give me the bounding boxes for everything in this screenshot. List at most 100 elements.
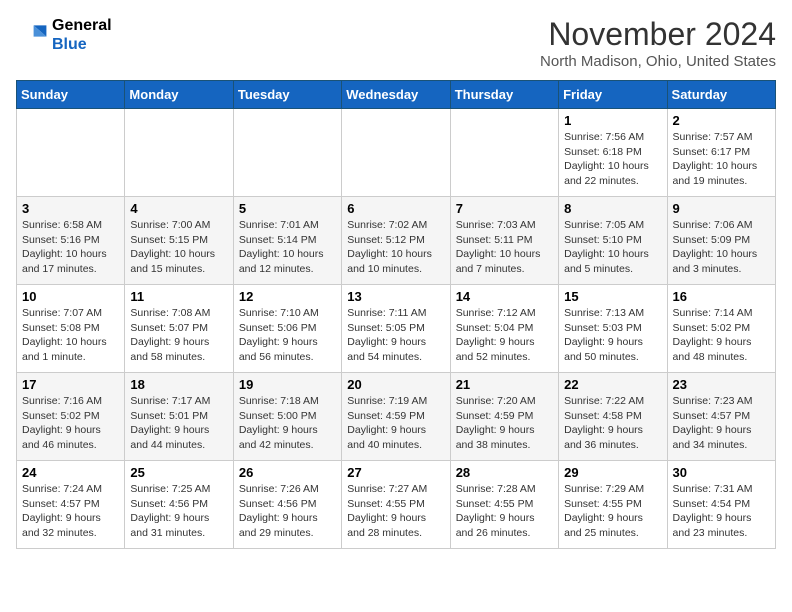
day-info: Sunrise: 7:05 AM Sunset: 5:10 PM Dayligh… bbox=[564, 218, 661, 277]
calendar-cell: 23Sunrise: 7:23 AM Sunset: 4:57 PM Dayli… bbox=[667, 373, 775, 461]
day-info: Sunrise: 7:24 AM Sunset: 4:57 PM Dayligh… bbox=[22, 482, 119, 541]
day-info: Sunrise: 7:27 AM Sunset: 4:55 PM Dayligh… bbox=[347, 482, 444, 541]
calendar-cell: 2 Sunrise: 7:57 AM Sunset: 6:17 PM Daylig… bbox=[667, 109, 775, 197]
calendar-cell: 18 Sunrise: 7:17 AM Sunset: 5:01 PM Dayli… bbox=[125, 373, 233, 461]
calendar-cell bbox=[342, 109, 450, 197]
day-number: 4 bbox=[130, 201, 227, 216]
day-info: Sunrise: 7:22 AM Sunset: 4:58 PM Dayligh… bbox=[564, 394, 661, 453]
day-number: 13 bbox=[347, 289, 444, 304]
calendar-cell: 9 Sunrise: 7:06 AM Sunset: 5:09 PM Daylig… bbox=[667, 197, 775, 285]
weekday-header-monday: Monday bbox=[125, 81, 233, 109]
weekday-header-friday: Friday bbox=[559, 81, 667, 109]
calendar-cell: 16 Sunrise: 7:14 AM Sunset: 5:02 PM Dayli… bbox=[667, 285, 775, 373]
day-number: 11 bbox=[130, 289, 227, 304]
day-info: Sunrise: 7:10 AM Sunset: 5:06 PM Dayligh… bbox=[239, 306, 336, 365]
calendar-cell: 15 Sunrise: 7:13 AM Sunset: 5:03 PM Dayli… bbox=[559, 285, 667, 373]
calendar-week-2: 3Sunrise: 6:58 AM Sunset: 5:16 PM Daylig… bbox=[17, 197, 776, 285]
day-number: 27 bbox=[347, 465, 444, 480]
calendar-cell: 3Sunrise: 6:58 AM Sunset: 5:16 PM Daylig… bbox=[17, 197, 125, 285]
day-number: 16 bbox=[673, 289, 770, 304]
day-info: Sunrise: 7:31 AM Sunset: 4:54 PM Dayligh… bbox=[673, 482, 770, 541]
day-info: Sunrise: 7:12 AM Sunset: 5:04 PM Dayligh… bbox=[456, 306, 553, 365]
calendar-week-5: 24 Sunrise: 7:24 AM Sunset: 4:57 PM Dayli… bbox=[17, 461, 776, 549]
calendar-cell: 29 Sunrise: 7:29 AM Sunset: 4:55 PM Dayli… bbox=[559, 461, 667, 549]
calendar-cell: 11 Sunrise: 7:08 AM Sunset: 5:07 PM Dayli… bbox=[125, 285, 233, 373]
calendar-cell bbox=[125, 109, 233, 197]
day-number: 1 bbox=[564, 113, 661, 128]
calendar-cell: 12 Sunrise: 7:10 AM Sunset: 5:06 PM Dayli… bbox=[233, 285, 341, 373]
day-info: Sunrise: 7:00 AM Sunset: 5:15 PM Dayligh… bbox=[130, 218, 227, 277]
day-number: 21 bbox=[456, 377, 553, 392]
day-number: 10 bbox=[22, 289, 119, 304]
calendar-cell: 20Sunrise: 7:19 AM Sunset: 4:59 PM Dayli… bbox=[342, 373, 450, 461]
day-info: Sunrise: 7:06 AM Sunset: 5:09 PM Dayligh… bbox=[673, 218, 770, 277]
day-info: Sunrise: 7:57 AM Sunset: 6:17 PM Dayligh… bbox=[673, 130, 770, 189]
day-info: Sunrise: 7:01 AM Sunset: 5:14 PM Dayligh… bbox=[239, 218, 336, 277]
page-header: General Blue November 2024 North Madison… bbox=[16, 16, 776, 70]
calendar-cell: 19Sunrise: 7:18 AM Sunset: 5:00 PM Dayli… bbox=[233, 373, 341, 461]
calendar-table: SundayMondayTuesdayWednesdayThursdayFrid… bbox=[16, 80, 776, 549]
day-number: 5 bbox=[239, 201, 336, 216]
calendar-cell: 22 Sunrise: 7:22 AM Sunset: 4:58 PM Dayli… bbox=[559, 373, 667, 461]
day-number: 26 bbox=[239, 465, 336, 480]
weekday-header-tuesday: Tuesday bbox=[233, 81, 341, 109]
calendar-cell: 1 Sunrise: 7:56 AM Sunset: 6:18 PM Daylig… bbox=[559, 109, 667, 197]
logo-icon bbox=[16, 19, 48, 51]
calendar-cell: 30 Sunrise: 7:31 AM Sunset: 4:54 PM Dayli… bbox=[667, 461, 775, 549]
day-number: 25 bbox=[130, 465, 227, 480]
calendar-header: SundayMondayTuesdayWednesdayThursdayFrid… bbox=[17, 81, 776, 109]
month-title: November 2024 bbox=[540, 16, 776, 53]
logo: General Blue bbox=[16, 16, 112, 54]
logo-text: General Blue bbox=[52, 16, 112, 54]
day-info: Sunrise: 7:56 AM Sunset: 6:18 PM Dayligh… bbox=[564, 130, 661, 189]
day-number: 2 bbox=[673, 113, 770, 128]
calendar-cell: 8 Sunrise: 7:05 AM Sunset: 5:10 PM Daylig… bbox=[559, 197, 667, 285]
day-number: 6 bbox=[347, 201, 444, 216]
day-info: Sunrise: 7:17 AM Sunset: 5:01 PM Dayligh… bbox=[130, 394, 227, 453]
calendar-week-3: 10 Sunrise: 7:07 AM Sunset: 5:08 PM Dayli… bbox=[17, 285, 776, 373]
day-number: 19 bbox=[239, 377, 336, 392]
day-info: Sunrise: 7:14 AM Sunset: 5:02 PM Dayligh… bbox=[673, 306, 770, 365]
calendar-cell: 14Sunrise: 7:12 AM Sunset: 5:04 PM Dayli… bbox=[450, 285, 558, 373]
day-number: 12 bbox=[239, 289, 336, 304]
day-number: 9 bbox=[673, 201, 770, 216]
calendar-cell: 4 Sunrise: 7:00 AM Sunset: 5:15 PM Daylig… bbox=[125, 197, 233, 285]
day-number: 22 bbox=[564, 377, 661, 392]
calendar-week-1: 1 Sunrise: 7:56 AM Sunset: 6:18 PM Daylig… bbox=[17, 109, 776, 197]
location-subtitle: North Madison, Ohio, United States bbox=[540, 53, 776, 70]
calendar-cell: 25 Sunrise: 7:25 AM Sunset: 4:56 PM Dayli… bbox=[125, 461, 233, 549]
day-number: 24 bbox=[22, 465, 119, 480]
calendar-cell: 21Sunrise: 7:20 AM Sunset: 4:59 PM Dayli… bbox=[450, 373, 558, 461]
day-number: 23 bbox=[673, 377, 770, 392]
day-info: Sunrise: 7:25 AM Sunset: 4:56 PM Dayligh… bbox=[130, 482, 227, 541]
calendar-cell: 5 Sunrise: 7:01 AM Sunset: 5:14 PM Daylig… bbox=[233, 197, 341, 285]
day-info: Sunrise: 7:08 AM Sunset: 5:07 PM Dayligh… bbox=[130, 306, 227, 365]
day-info: Sunrise: 7:26 AM Sunset: 4:56 PM Dayligh… bbox=[239, 482, 336, 541]
calendar-cell bbox=[450, 109, 558, 197]
weekday-header-wednesday: Wednesday bbox=[342, 81, 450, 109]
day-number: 30 bbox=[673, 465, 770, 480]
day-number: 3 bbox=[22, 201, 119, 216]
day-number: 29 bbox=[564, 465, 661, 480]
calendar-cell: 26 Sunrise: 7:26 AM Sunset: 4:56 PM Dayli… bbox=[233, 461, 341, 549]
day-info: Sunrise: 7:19 AM Sunset: 4:59 PM Dayligh… bbox=[347, 394, 444, 453]
day-info: Sunrise: 7:02 AM Sunset: 5:12 PM Dayligh… bbox=[347, 218, 444, 277]
weekday-header-saturday: Saturday bbox=[667, 81, 775, 109]
day-info: Sunrise: 7:07 AM Sunset: 5:08 PM Dayligh… bbox=[22, 306, 119, 365]
day-number: 15 bbox=[564, 289, 661, 304]
day-info: Sunrise: 7:29 AM Sunset: 4:55 PM Dayligh… bbox=[564, 482, 661, 541]
calendar-cell bbox=[17, 109, 125, 197]
calendar-cell: 13Sunrise: 7:11 AM Sunset: 5:05 PM Dayli… bbox=[342, 285, 450, 373]
day-info: Sunrise: 7:13 AM Sunset: 5:03 PM Dayligh… bbox=[564, 306, 661, 365]
calendar-cell: 7 Sunrise: 7:03 AM Sunset: 5:11 PM Daylig… bbox=[450, 197, 558, 285]
day-number: 8 bbox=[564, 201, 661, 216]
calendar-cell: 6 Sunrise: 7:02 AM Sunset: 5:12 PM Daylig… bbox=[342, 197, 450, 285]
weekday-header-thursday: Thursday bbox=[450, 81, 558, 109]
day-number: 18 bbox=[130, 377, 227, 392]
day-number: 7 bbox=[456, 201, 553, 216]
day-number: 28 bbox=[456, 465, 553, 480]
calendar-cell bbox=[233, 109, 341, 197]
weekday-header-sunday: Sunday bbox=[17, 81, 125, 109]
calendar-cell: 28Sunrise: 7:28 AM Sunset: 4:55 PM Dayli… bbox=[450, 461, 558, 549]
day-info: Sunrise: 7:03 AM Sunset: 5:11 PM Dayligh… bbox=[456, 218, 553, 277]
